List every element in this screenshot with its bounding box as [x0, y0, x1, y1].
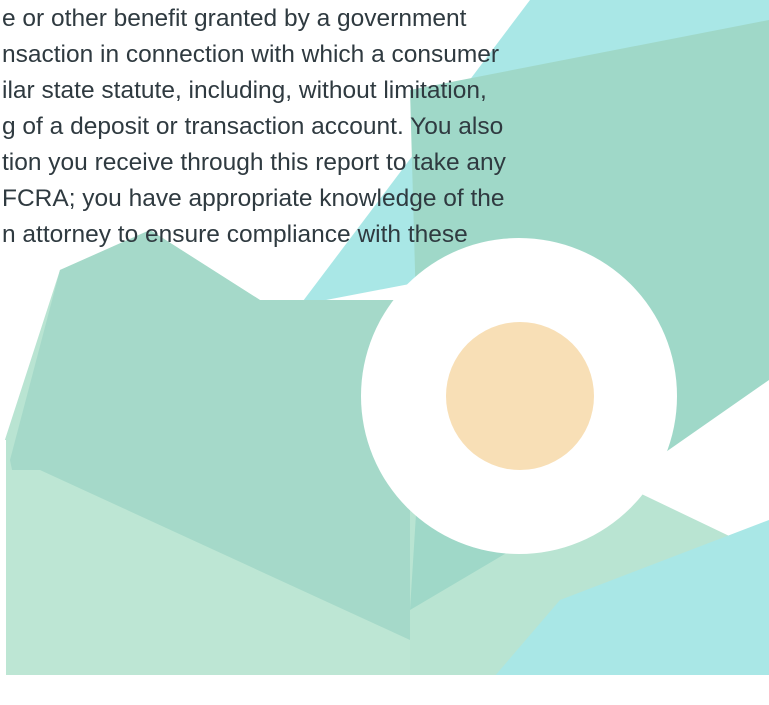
disclaimer-line-6: FCRA; you have appropriate knowledge of …	[2, 185, 505, 212]
bottom-margin	[0, 675, 769, 705]
page-canvas: e or other benefit granted by a governme…	[0, 0, 769, 705]
disclaimer-line-7: n attorney to ensure compliance with the…	[2, 221, 468, 248]
disclaimer-line-1: e or other benefit granted by a governme…	[2, 5, 467, 32]
disclaimer-line-5: tion you receive through this report to …	[2, 149, 506, 176]
disclaimer-line-2: nsaction in connection with which a cons…	[2, 41, 500, 68]
left-margin	[0, 440, 6, 705]
disclaimer-line-3: ilar state statute, including, without l…	[2, 77, 487, 104]
disclaimer-line-4: g of a deposit or transaction account. Y…	[2, 113, 504, 140]
peach-circle	[446, 322, 594, 470]
